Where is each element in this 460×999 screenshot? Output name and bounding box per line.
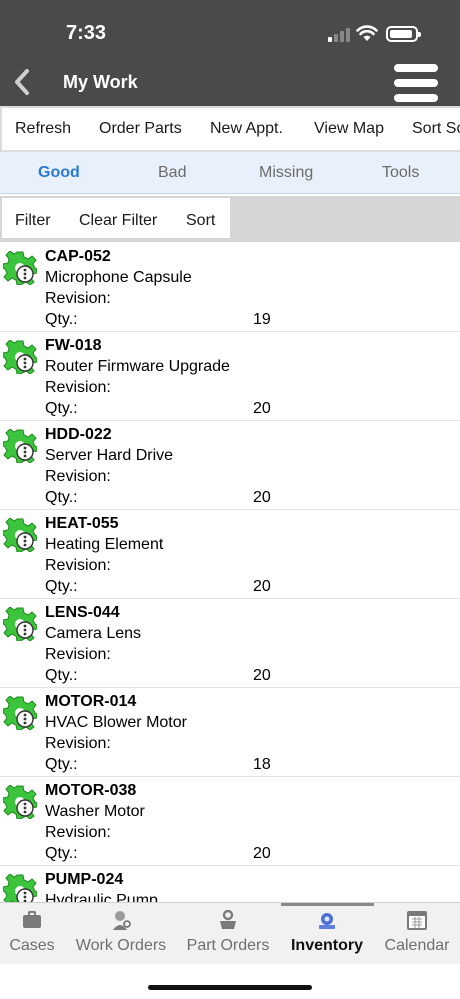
list-item[interactable]: CAP-052 Microphone Capsule Revision: Qty.: 1… [0, 243, 460, 332]
qty-value: 20 [253, 667, 271, 684]
part-code: CAP-052 [45, 248, 111, 265]
part-status-gear-icon [2, 695, 38, 731]
briefcase-icon [23, 911, 41, 928]
part-code: MOTOR-014 [45, 693, 137, 710]
list-item[interactable]: MOTOR-014 HVAC Blower Motor Revision: Qty.:… [0, 688, 460, 777]
part-name: HVAC Blower Motor [45, 714, 187, 731]
qty-label: Qty.: [45, 578, 78, 595]
new-appointment-button[interactable]: New Appt. [210, 120, 283, 138]
revision-label: Revision: [45, 379, 111, 396]
list-item[interactable]: MOTOR-038 Washer Motor Revision: Qty.: 20 [0, 777, 460, 866]
part-name: Router Firmware Upgrade [45, 358, 230, 375]
nav-cases-label: Cases [9, 937, 55, 954]
sort-button[interactable]: Sort So [412, 120, 460, 138]
list-item[interactable]: HEAT-055 Heating Element Revision: Qty.: 20 [0, 510, 460, 599]
qty-value: 20 [253, 845, 271, 862]
part-code: PUMP-024 [45, 871, 124, 888]
order-parts-button[interactable]: Order Parts [99, 120, 182, 138]
part-status-gear-icon [2, 339, 38, 375]
list-item[interactable]: HDD-022 Server Hard Drive Revision: Qty.: 20 [0, 421, 460, 510]
nav-inventory[interactable]: Inventory [285, 909, 369, 965]
bottom-navigation: Cases Work Orders Part Orders Inventory … [0, 902, 460, 964]
refresh-button[interactable]: Refresh [15, 120, 71, 138]
sort-filter-button[interactable]: Sort [186, 212, 215, 230]
part-status-gear-icon [2, 873, 38, 902]
part-status-gear-icon [2, 428, 38, 464]
list-item[interactable]: PUMP-024Hydraulic PumpRevision:Qty.: [0, 866, 460, 902]
calendar-icon [407, 911, 427, 930]
action-toolbar: Refresh Order Parts New Appt. View Map S… [0, 106, 460, 152]
part-name: Heating Element [45, 536, 164, 553]
part-code: HDD-022 [45, 426, 112, 443]
revision-label: Revision: [45, 824, 111, 841]
qty-label: Qty.: [45, 667, 78, 684]
part-name: Camera Lens [45, 625, 142, 642]
wifi-icon [356, 25, 378, 41]
nav-cases[interactable]: Cases [6, 909, 58, 965]
back-chevron-icon[interactable] [10, 66, 34, 98]
revision-label: Revision: [45, 290, 111, 307]
nav-calendar[interactable]: Calendar [381, 909, 453, 965]
app-header: 7:33 My Work [0, 0, 460, 106]
nav-calendar-label: Calendar [384, 937, 450, 954]
inventory-tabs: Good Bad Missing Tools [0, 152, 460, 194]
part-status-gear-icon [2, 250, 38, 286]
technician-icon [113, 911, 131, 930]
qty-value: 19 [253, 311, 271, 328]
nav-part-orders-label: Part Orders [186, 937, 270, 954]
part-status-gear-icon [2, 784, 38, 820]
nav-part-orders[interactable]: Part Orders [183, 909, 273, 965]
page-title: My Work [63, 72, 138, 92]
parts-cart-icon [220, 909, 236, 929]
qty-label: Qty.: [45, 489, 78, 506]
part-code: MOTOR-038 [45, 782, 137, 799]
nav-inventory-label: Inventory [290, 937, 363, 954]
clear-filter-button[interactable]: Clear Filter [79, 212, 157, 230]
part-name: Washer Motor [45, 803, 145, 820]
active-tab-indicator [281, 903, 374, 906]
part-name: Microphone Capsule [45, 269, 192, 286]
revision-label: Revision: [45, 646, 111, 663]
qty-value: 20 [253, 578, 271, 595]
qty-value: 18 [253, 756, 271, 773]
part-code: LENS-044 [45, 604, 120, 621]
nav-work-orders[interactable]: Work Orders [71, 909, 171, 965]
list-item[interactable]: LENS-044 Camera Lens Revision: Qty.: 20 [0, 599, 460, 688]
part-code: FW-018 [45, 337, 102, 354]
part-code: HEAT-055 [45, 515, 119, 532]
status-time: 7:33 [66, 22, 107, 44]
part-status-gear-icon [2, 606, 38, 642]
cellular-signal-icon [328, 28, 350, 42]
qty-value: 20 [253, 400, 271, 417]
filter-button[interactable]: Filter [15, 212, 51, 230]
part-status-gear-icon [2, 517, 38, 553]
tab-missing[interactable]: Missing [259, 164, 313, 182]
nav-work-orders-label: Work Orders [75, 937, 167, 954]
revision-label: Revision: [45, 557, 111, 574]
revision-label: Revision: [45, 468, 111, 485]
inventory-list: CAP-052 Microphone Capsule Revision: Qty.: 1… [0, 243, 460, 902]
tab-good[interactable]: Good [38, 164, 80, 182]
inventory-gears-icon [319, 913, 335, 929]
tab-bad[interactable]: Bad [158, 164, 186, 182]
filter-bar: Filter Clear Filter Sort [0, 196, 460, 242]
qty-label: Qty.: [45, 311, 78, 328]
qty-value: 20 [253, 489, 271, 506]
tab-tools[interactable]: Tools [382, 164, 419, 182]
battery-icon [386, 26, 421, 42]
part-name: Server Hard Drive [45, 447, 174, 464]
menu-hamburger-icon[interactable] [394, 64, 438, 102]
home-indicator [148, 985, 312, 990]
qty-label: Qty.: [45, 756, 78, 773]
list-item[interactable]: FW-018 Router Firmware Upgrade Revision: Qt… [0, 332, 460, 421]
qty-label: Qty.: [45, 400, 78, 417]
qty-label: Qty.: [45, 845, 78, 862]
revision-label: Revision: [45, 735, 111, 752]
part-name: Hydraulic Pump [45, 892, 158, 902]
view-map-button[interactable]: View Map [314, 120, 384, 138]
